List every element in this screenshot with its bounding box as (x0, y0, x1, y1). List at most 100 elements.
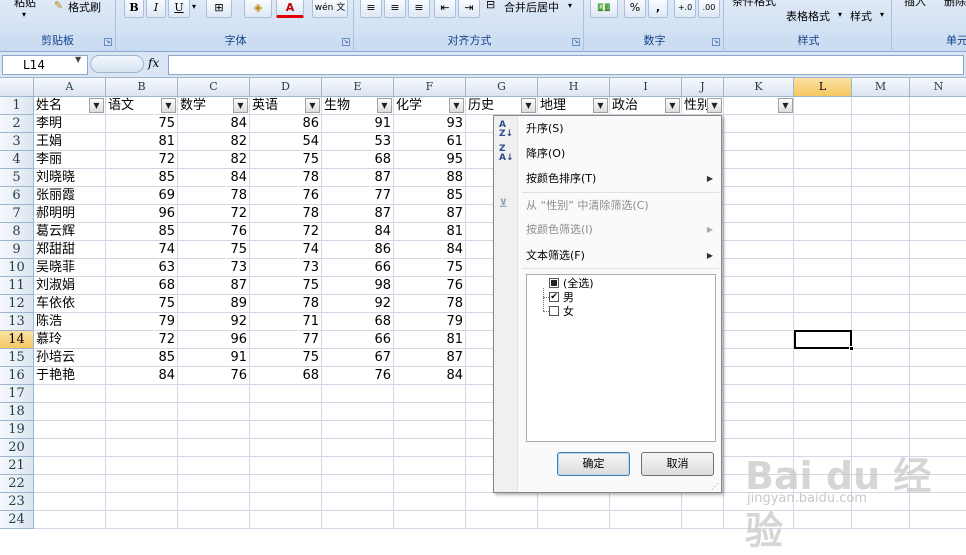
cell-K11[interactable] (724, 277, 794, 295)
cell-C3[interactable]: 82 (178, 133, 250, 151)
cell-M4[interactable] (852, 151, 910, 169)
formula-splitter[interactable] (90, 55, 144, 73)
cell-F18[interactable] (394, 403, 466, 421)
filter-dropdown-icon[interactable]: ▼ (305, 98, 320, 113)
row-header-23[interactable]: 23 (0, 493, 34, 511)
cell-D24[interactable] (250, 511, 322, 529)
cell-L15[interactable] (794, 349, 852, 367)
cell-A19[interactable] (34, 421, 106, 439)
cell-N14[interactable] (910, 331, 966, 349)
text-filter-item[interactable]: 文本筛选(F) (526, 247, 585, 265)
cell-K12[interactable] (724, 295, 794, 313)
cell-N5[interactable] (910, 169, 966, 187)
cell-F13[interactable]: 79 (394, 313, 466, 331)
column-header-L[interactable]: L (794, 78, 852, 97)
column-header-G[interactable]: G (466, 78, 538, 97)
cell-N18[interactable] (910, 403, 966, 421)
cell-M12[interactable] (852, 295, 910, 313)
accounting-format-button[interactable]: 💵 (590, 0, 618, 18)
row-header-1[interactable]: 1 (0, 97, 34, 115)
column-header-F[interactable]: F (394, 78, 466, 97)
paste-button[interactable]: 粘贴 (14, 0, 36, 10)
conditional-format-button[interactable]: 条件格式 (732, 0, 776, 9)
cell-B10[interactable]: 63 (106, 259, 178, 277)
filter-by-color-item[interactable]: 按颜色筛选(I) (526, 221, 593, 239)
cell-F4[interactable]: 95 (394, 151, 466, 169)
select-all-corner[interactable] (0, 78, 34, 97)
sort-by-color-item[interactable]: 按颜色排序(T) (526, 170, 596, 188)
cell-B17[interactable] (106, 385, 178, 403)
column-header-I[interactable]: I (610, 78, 682, 97)
row-header-3[interactable]: 3 (0, 133, 34, 151)
cell-D2[interactable]: 86 (250, 115, 322, 133)
cell-E16[interactable]: 76 (322, 367, 394, 385)
ok-button[interactable]: 确定 (557, 452, 630, 476)
cell-G24[interactable] (466, 511, 538, 529)
cell-K10[interactable] (724, 259, 794, 277)
cell-E22[interactable] (322, 475, 394, 493)
filter-dropdown-icon[interactable]: ▼ (665, 98, 680, 113)
row-header-6[interactable]: 6 (0, 187, 34, 205)
merge-dropdown-icon[interactable]: ▾ (568, 1, 572, 10)
cell-L6[interactable] (794, 187, 852, 205)
cell-B4[interactable]: 72 (106, 151, 178, 169)
cell-A8[interactable]: 葛云辉 (34, 223, 106, 241)
fill-color-button[interactable]: ◈ (244, 0, 272, 18)
cell-B5[interactable]: 85 (106, 169, 178, 187)
column-header-C[interactable]: C (178, 78, 250, 97)
cell-F14[interactable]: 81 (394, 331, 466, 349)
cell-A4[interactable]: 李丽 (34, 151, 106, 169)
bold-button[interactable]: B (124, 0, 144, 18)
cell-E2[interactable]: 91 (322, 115, 394, 133)
border-button[interactable]: ⊞ (206, 0, 232, 18)
cell-F22[interactable] (394, 475, 466, 493)
cell-C5[interactable]: 84 (178, 169, 250, 187)
cell-A6[interactable]: 张丽霞 (34, 187, 106, 205)
cell-L12[interactable] (794, 295, 852, 313)
clipboard-launcher-icon[interactable]: ↘ (104, 38, 112, 46)
cell-E17[interactable] (322, 385, 394, 403)
decrease-decimal-button[interactable]: .00 (698, 0, 720, 18)
cell-B19[interactable] (106, 421, 178, 439)
cell-I24[interactable] (610, 511, 682, 529)
cell-D12[interactable]: 78 (250, 295, 322, 313)
column-header-A[interactable]: A (34, 78, 106, 97)
cell-C22[interactable] (178, 475, 250, 493)
cell-M10[interactable] (852, 259, 910, 277)
fill-handle[interactable] (849, 346, 854, 351)
cell-D8[interactable]: 72 (250, 223, 322, 241)
column-header-N[interactable]: N (910, 78, 966, 97)
cell-D10[interactable]: 73 (250, 259, 322, 277)
row-header-22[interactable]: 22 (0, 475, 34, 493)
phonetic-button[interactable]: wén 文 (312, 0, 348, 18)
cell-A24[interactable] (34, 511, 106, 529)
cell-B12[interactable]: 75 (106, 295, 178, 313)
cell-F12[interactable]: 78 (394, 295, 466, 313)
cell-M11[interactable] (852, 277, 910, 295)
cell-B13[interactable]: 79 (106, 313, 178, 331)
cell-A16[interactable]: 于艳艳 (34, 367, 106, 385)
cell-C24[interactable] (178, 511, 250, 529)
cell-E15[interactable]: 67 (322, 349, 394, 367)
cell-F7[interactable]: 87 (394, 205, 466, 223)
column-header-B[interactable]: B (106, 78, 178, 97)
cell-C7[interactable]: 72 (178, 205, 250, 223)
cell-K14[interactable] (724, 331, 794, 349)
cell-N17[interactable] (910, 385, 966, 403)
cell-M15[interactable] (852, 349, 910, 367)
cell-E23[interactable] (322, 493, 394, 511)
align-left-button[interactable]: ≡ (360, 0, 382, 18)
cell-N2[interactable] (910, 115, 966, 133)
italic-button[interactable]: I (146, 0, 166, 18)
cell-M9[interactable] (852, 241, 910, 259)
cell-E18[interactable] (322, 403, 394, 421)
cell-C10[interactable]: 73 (178, 259, 250, 277)
cell-A2[interactable]: 李明 (34, 115, 106, 133)
column-header-M[interactable]: M (852, 78, 910, 97)
cell-E13[interactable]: 68 (322, 313, 394, 331)
cell-L9[interactable] (794, 241, 852, 259)
cell-C9[interactable]: 75 (178, 241, 250, 259)
cell-M7[interactable] (852, 205, 910, 223)
cell-A13[interactable]: 陈浩 (34, 313, 106, 331)
row-header-17[interactable]: 17 (0, 385, 34, 403)
